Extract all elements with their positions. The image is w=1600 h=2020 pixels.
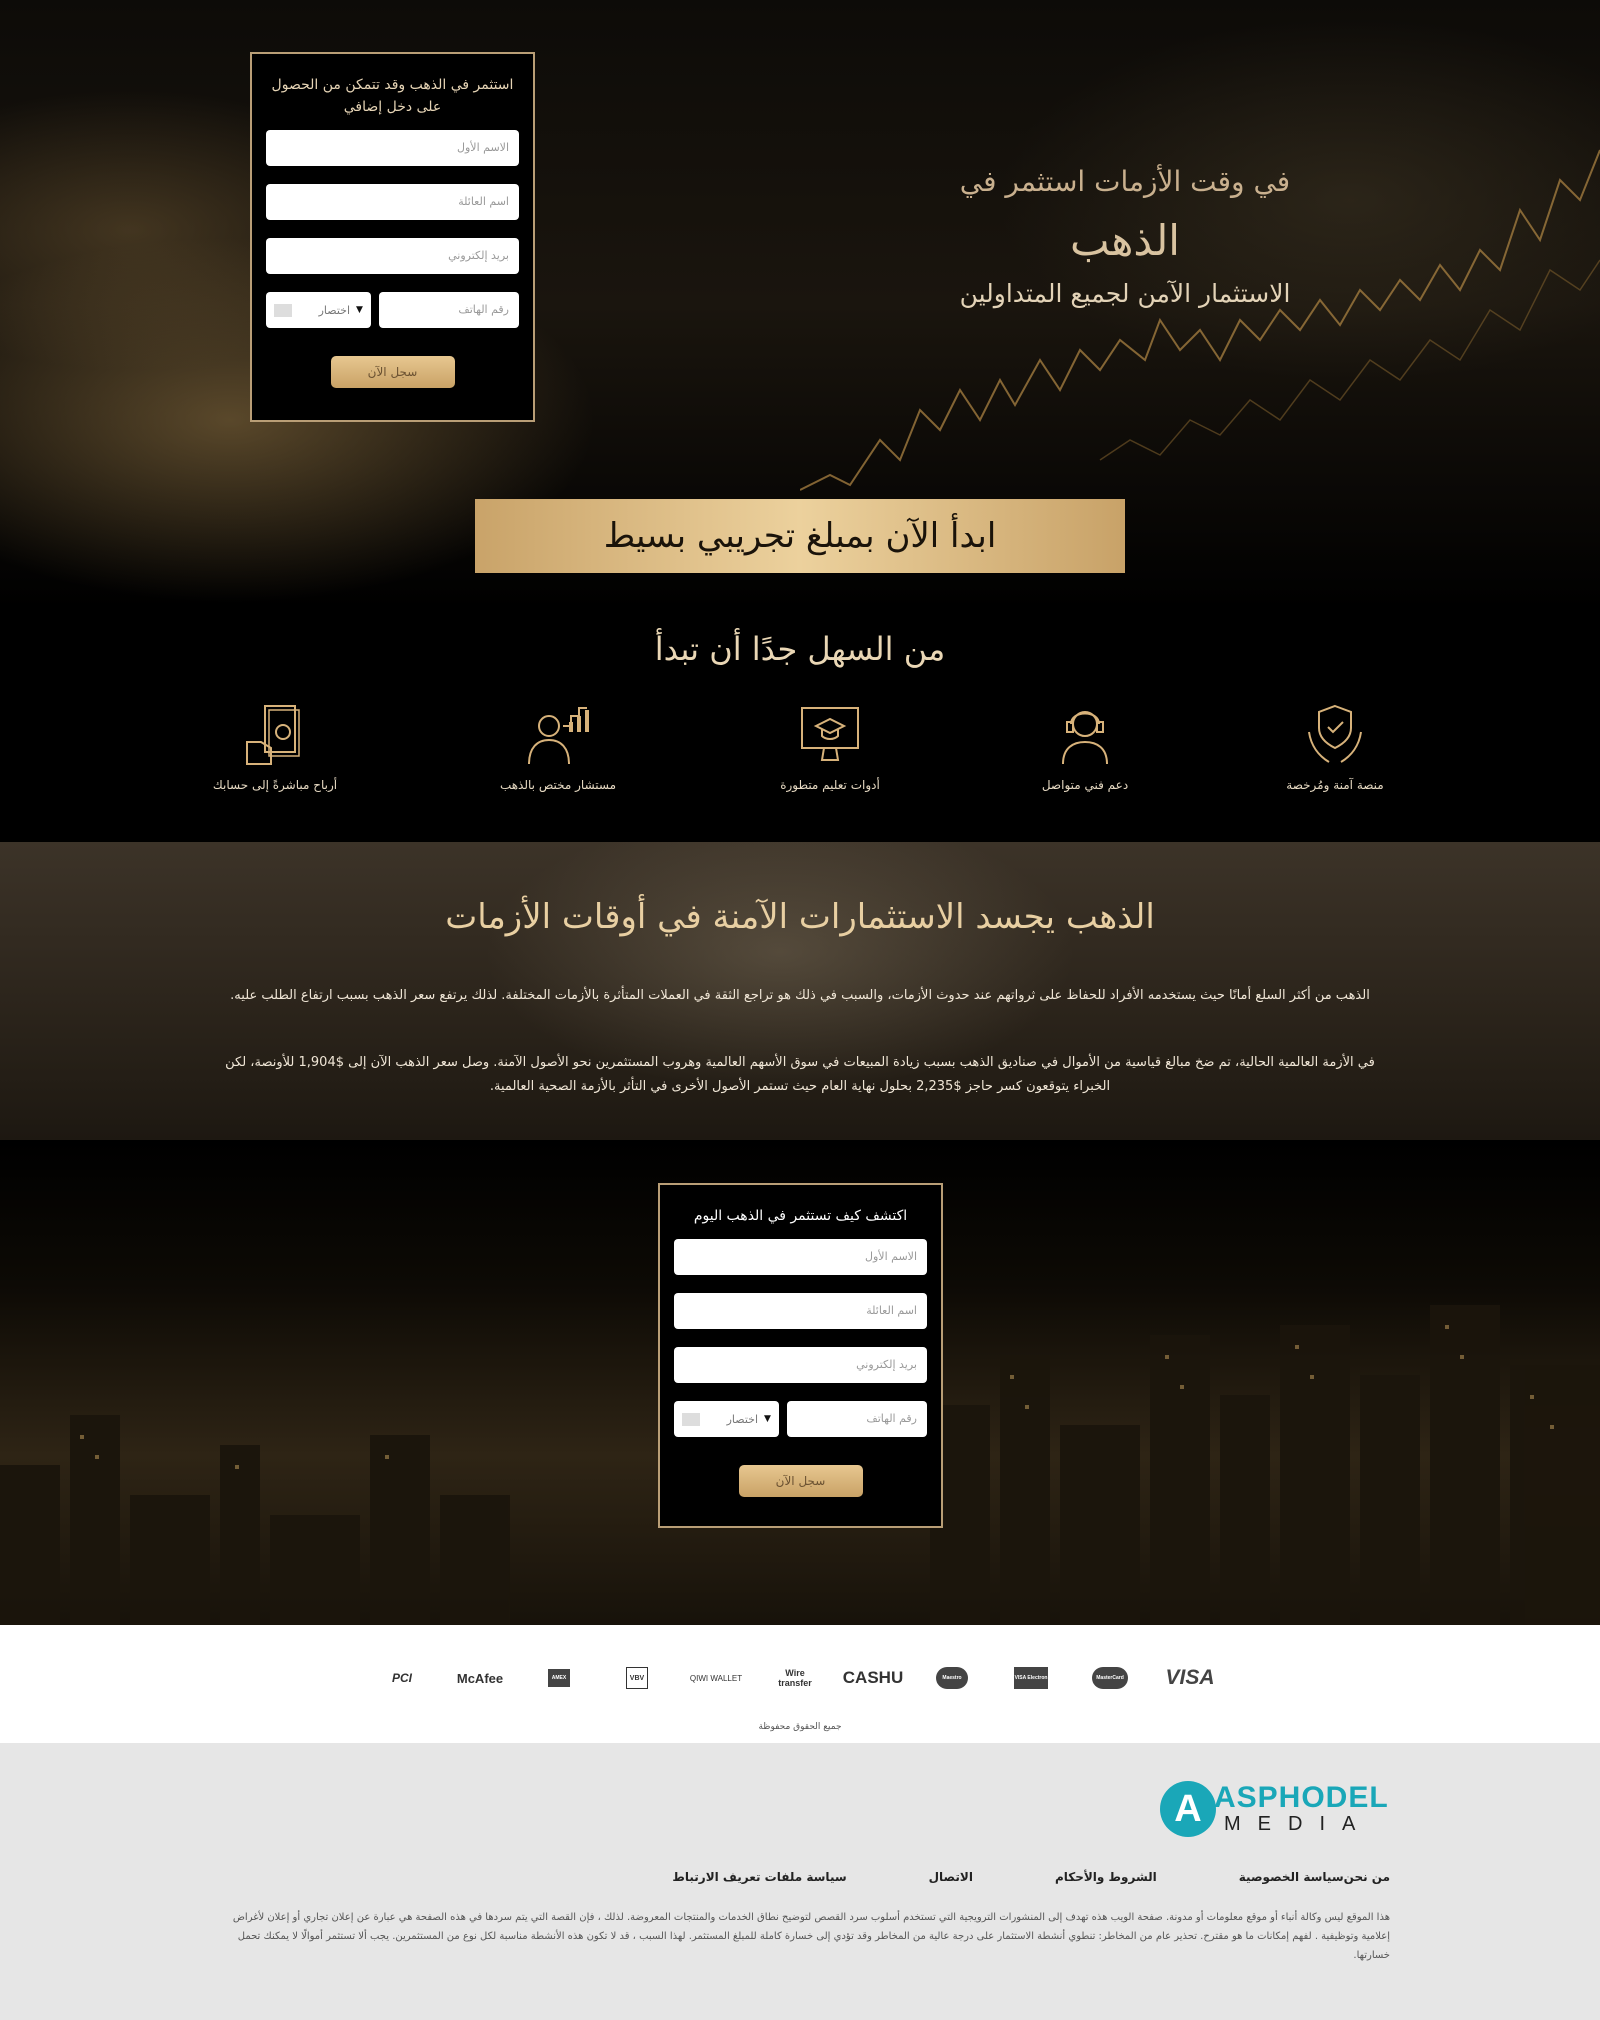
feature-secure-platform: منصة آمنة ومُرخصة <box>1245 702 1425 792</box>
feature-label: دعم فني متواصل <box>1041 778 1129 792</box>
email-input[interactable]: بريد إلكتروني <box>266 238 519 274</box>
money-hand-icon <box>246 705 300 765</box>
shield-hands-icon <box>1308 704 1362 763</box>
footer-link-about[interactable]: من نحن <box>1344 1870 1390 1884</box>
cashu-logo: CASHU <box>842 1668 904 1687</box>
mastercard-logo: MasterCard <box>1092 1667 1128 1689</box>
about-gold-section: الذهب يجسد الاستثمارات الآمنة في أوقات ا… <box>0 842 1600 1140</box>
footer: A ASPHODEL MEDIA من نحن سياسة الخصوصية ا… <box>0 1743 1600 2020</box>
form-title: اكتشف كيف تستثمر في الذهب اليوم <box>693 1208 908 1224</box>
register-now-button[interactable]: سجل الآن <box>330 356 455 388</box>
signup-form-top: استثمر في الذهب وقد تتمكن من الحصول على … <box>250 52 535 422</box>
feature-label: أرباح مباشرةً إلى حسابك <box>212 778 338 792</box>
footer-link-contact[interactable]: الاتصال <box>929 1870 973 1884</box>
phone-row: رقم الهاتف ▼ اختصار <box>266 292 519 328</box>
support-agent-icon <box>1062 711 1108 765</box>
feature-profits: أرباح مباشرةً إلى حسابك <box>185 702 365 792</box>
disclaimer-text: هذا الموقع ليس وكالة أنباء أو موقع معلوم… <box>232 1912 1390 1961</box>
phone-input[interactable]: رقم الهاتف <box>786 1401 927 1437</box>
phone-row: رقم الهاتف ▼ اختصار <box>674 1401 927 1437</box>
chevron-down-icon: ▼ <box>764 1414 771 1424</box>
maestro-logo: Maestro <box>936 1667 968 1689</box>
phone-input[interactable]: رقم الهاتف <box>378 292 519 328</box>
footer-link-terms[interactable]: الشروط والأحكام <box>1055 1870 1157 1884</box>
hero-line-3: الاستثمار الآمن لجميع المتداولين <box>959 279 1291 308</box>
first-name-input[interactable]: الاسم الأول <box>266 130 519 166</box>
chevron-down-icon: ▼ <box>356 305 363 315</box>
country-code-select[interactable]: ▼ اختصار <box>674 1401 779 1437</box>
education-monitor-icon <box>801 707 859 761</box>
hero-line-1: في وقت الأزمات استثمر في <box>959 165 1291 198</box>
vbv-logo: VBV <box>626 1667 648 1689</box>
copyright-text: جميع الحقوق محفوظة <box>758 1722 842 1732</box>
first-name-input[interactable]: الاسم الأول <box>674 1239 927 1275</box>
cta-banner[interactable]: ابدأ الآن بمبلغ تجريبي بسيط <box>475 499 1125 573</box>
country-code-label: اختصار <box>318 303 351 317</box>
country-code-select[interactable]: ▼ اختصار <box>266 292 371 328</box>
about-paragraph-1: الذهب من أكثر السلع أمانًا حيث يستخدمه ا… <box>230 988 1370 1003</box>
feature-support: دعم فني متواصل <box>995 702 1175 792</box>
advisor-chart-icon <box>528 707 589 765</box>
visa-logo: VISA <box>1165 1666 1215 1689</box>
flag-icon <box>274 303 292 317</box>
flag-icon <box>682 1412 700 1426</box>
about-paragraph-2: في الأزمة العالمية الحالية، تم ضخ مبالغ … <box>225 1055 1375 1094</box>
hero-section: استثمر في الذهب وقد تتمكن من الحصول على … <box>0 0 1600 610</box>
footer-link-cookies[interactable]: سياسة ملفات تعريف الارتباط <box>672 1870 846 1884</box>
visa-electron-logo: VISA Electron <box>1014 1667 1048 1689</box>
feature-label: منصة آمنة ومُرخصة <box>1286 778 1384 792</box>
footer-link-privacy[interactable]: سياسة الخصوصية <box>1239 1870 1344 1884</box>
city-signup-section: اكتشف كيف تستثمر في الذهب اليوم الاسم ال… <box>0 1140 1600 1625</box>
last-name-input[interactable]: اسم العائلة <box>266 184 519 220</box>
feature-education: أدوات تعليم متطورة <box>740 702 920 792</box>
pci-logo: PCI <box>392 1671 413 1685</box>
payment-methods-section: PCI McAfee AMEX VBV QIWI WALLET Wire tra… <box>0 1625 1600 1743</box>
features-title: من السهل جدًا أن تبدأ <box>654 630 946 668</box>
email-input[interactable]: بريد إلكتروني <box>674 1347 927 1383</box>
wire-transfer-logo: Wire transfer <box>778 1668 812 1688</box>
about-title: الذهب يجسد الاستثمارات الآمنة في أوقات ا… <box>445 897 1155 937</box>
hero-line-2: الذهب <box>1070 216 1180 265</box>
feature-label: أدوات تعليم متطورة <box>780 778 880 792</box>
feature-label: مستشار مختص بالذهب <box>499 778 617 792</box>
signup-form-bottom: اكتشف كيف تستثمر في الذهب اليوم الاسم ال… <box>658 1183 943 1528</box>
form-title: استثمر في الذهب وقد تتمكن من الحصول على … <box>271 77 514 115</box>
asphodel-media-logo[interactable]: A ASPHODEL MEDIA <box>1160 1781 1390 1837</box>
features-section: من السهل جدًا أن تبدأ منصة آمنة ومُرخصة … <box>0 610 1600 842</box>
qiwi-wallet-logo: QIWI WALLET <box>689 1673 743 1683</box>
country-code-label: اختصار <box>726 1412 759 1426</box>
logo-mark: A <box>1160 1781 1216 1837</box>
logo-sub-text: MEDIA <box>1224 1813 1373 1835</box>
hero-headline: في وقت الأزمات استثمر في الذهب الاستثمار… <box>935 165 1315 308</box>
register-now-button[interactable]: سجل الآن <box>738 1465 863 1497</box>
amex-logo: AMEX <box>548 1669 570 1687</box>
last-name-input[interactable]: اسم العائلة <box>674 1293 927 1329</box>
mcafee-logo: McAfee <box>456 1670 504 1686</box>
feature-advisor: مستشار مختص بالذهب <box>468 702 648 792</box>
logo-brand-text: ASPHODEL <box>1214 1781 1389 1814</box>
footer-links: من نحن سياسة الخصوصية الشروط والأحكام ال… <box>590 1870 1390 1884</box>
